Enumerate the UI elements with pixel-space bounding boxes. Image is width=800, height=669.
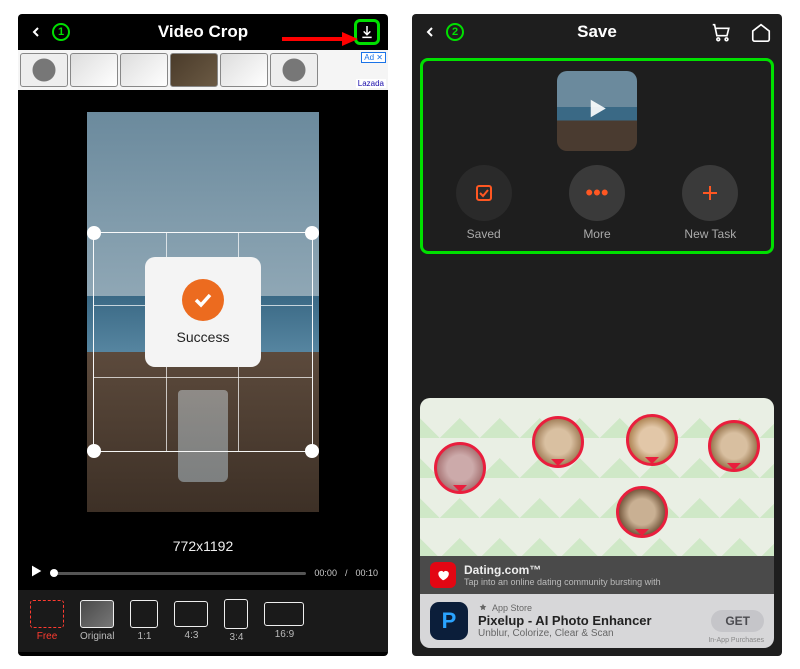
chevron-left-icon — [422, 24, 438, 40]
plus-icon — [698, 181, 722, 205]
ad-title: Dating.com™ — [464, 563, 764, 577]
home-icon — [750, 21, 772, 43]
more-action[interactable]: ••• More — [569, 165, 625, 241]
app-logo-icon: P — [430, 602, 468, 640]
cart-icon — [710, 21, 732, 43]
ratio-original[interactable]: Original — [80, 600, 114, 642]
video-preview[interactable]: Success — [18, 90, 388, 534]
get-button[interactable]: GET — [711, 610, 764, 632]
header: 1 Video Crop — [18, 14, 388, 50]
crop-handle-tr[interactable] — [305, 226, 319, 240]
more-icon: ••• — [569, 165, 625, 221]
ad-thumb[interactable] — [220, 53, 268, 87]
play-icon — [28, 563, 44, 579]
ad-thumb[interactable] — [170, 53, 218, 87]
play-overlay-icon — [582, 94, 612, 129]
map-pin-avatar — [708, 420, 760, 472]
ratio-free[interactable]: Free — [30, 600, 64, 642]
action-label: Saved — [467, 227, 501, 241]
appstore-banner[interactable]: P App Store Pixelup - AI Photo Enhancer … — [420, 594, 774, 648]
ratio-3-4[interactable]: 3:4 — [224, 599, 248, 643]
action-label: More — [583, 227, 610, 241]
time-total: 00:10 — [355, 568, 378, 578]
step-badge: 2 — [446, 23, 464, 41]
download-icon — [359, 22, 375, 42]
crop-handle-tl[interactable] — [87, 226, 101, 240]
aspect-ratio-tray: Free Original 1:1 4:3 3:4 16:9 — [18, 590, 388, 652]
phone-screen-2: 2 Save Saved ••• More — [412, 14, 782, 656]
ratio-4-3[interactable]: 4:3 — [174, 601, 208, 641]
header: 2 Save — [412, 14, 782, 50]
ad-carousel[interactable]: Ad ✕ Lazada — [18, 50, 388, 90]
appstore-icon — [478, 603, 488, 613]
map-pin-avatar — [434, 442, 486, 494]
cart-button[interactable] — [708, 19, 734, 45]
ad-thumb[interactable] — [20, 53, 68, 87]
ratio-label: 4:3 — [185, 630, 199, 641]
saved-icon — [472, 181, 496, 205]
new-task-action[interactable]: New Task — [682, 165, 738, 241]
map-pin-avatar — [532, 416, 584, 468]
back-button[interactable] — [420, 22, 440, 42]
saved-action[interactable]: Saved — [456, 165, 512, 241]
ad-brand: Lazada — [356, 79, 386, 88]
time-current: 00:00 — [314, 568, 337, 578]
map-pin-avatar — [616, 486, 668, 538]
check-icon — [182, 279, 224, 321]
ratio-label: Free — [37, 631, 58, 642]
ratio-label: 16:9 — [275, 629, 294, 640]
ad-thumb[interactable] — [120, 53, 168, 87]
success-label: Success — [177, 329, 230, 345]
app-name: Pixelup - AI Photo Enhancer — [478, 613, 701, 628]
crop-dimensions: 772x1192 — [18, 534, 388, 556]
ratio-label: Original — [80, 631, 114, 642]
ad-thumb[interactable] — [270, 53, 318, 87]
home-button[interactable] — [748, 19, 774, 45]
playback-bar: 00:00 / 00:10 — [18, 556, 388, 590]
ad-map — [420, 398, 774, 556]
seek-slider[interactable] — [52, 572, 306, 575]
time-divider: / — [345, 568, 348, 578]
app-subtitle: Unblur, Colorize, Clear & Scan — [478, 628, 701, 639]
back-button[interactable] — [26, 22, 46, 42]
ad-thumb[interactable] — [70, 53, 118, 87]
map-pin-avatar — [626, 414, 678, 466]
ad-dating-row[interactable]: Dating.com™ Tap into an online dating co… — [420, 556, 774, 594]
ad-panel[interactable]: AD Dating.com™ Tap into an online dating… — [420, 398, 774, 648]
phone-screen-1: 1 Video Crop Ad ✕ Lazada — [18, 14, 388, 656]
video-thumbnail[interactable] — [557, 71, 637, 151]
save-actions-panel: Saved ••• More New Task — [420, 58, 774, 254]
appstore-pre: App Store — [478, 603, 701, 613]
iap-label: In-App Purchases — [708, 637, 764, 644]
ad-badge[interactable]: Ad ✕ — [361, 52, 386, 63]
crop-handle-br[interactable] — [305, 444, 319, 458]
ratio-16-9[interactable]: 16:9 — [264, 602, 304, 640]
chevron-left-icon — [28, 24, 44, 40]
heart-icon — [430, 562, 456, 588]
play-button[interactable] — [28, 563, 44, 584]
ad-subtitle: Tap into an online dating community burs… — [464, 577, 764, 587]
crop-handle-bl[interactable] — [87, 444, 101, 458]
action-label: New Task — [684, 227, 736, 241]
ratio-1-1[interactable]: 1:1 — [130, 600, 158, 642]
header-title: Video Crop — [18, 22, 388, 42]
download-button[interactable] — [354, 19, 380, 45]
ratio-label: 1:1 — [138, 631, 152, 642]
step-badge: 1 — [52, 23, 70, 41]
ratio-label: 3:4 — [230, 632, 244, 643]
seek-knob[interactable] — [50, 569, 58, 577]
success-toast: Success — [145, 257, 261, 367]
